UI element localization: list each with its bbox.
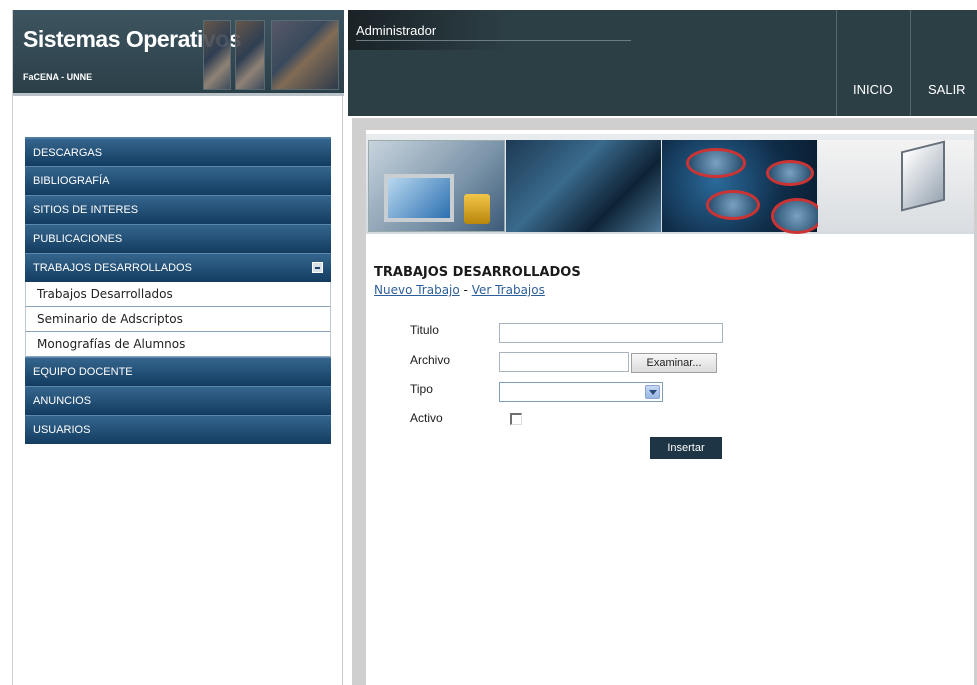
- archivo-label: Archivo: [410, 353, 451, 367]
- left-column: Sistemas Operativos FaCENA - UNNE DESCAR…: [12, 10, 344, 685]
- titulo-field[interactable]: [499, 323, 723, 343]
- network-icon: [771, 198, 823, 234]
- sidebar-item-bibliografia[interactable]: BIBLIOGRAFÍA: [25, 166, 331, 195]
- sidebar-item-publicaciones[interactable]: PUBLICACIONES: [25, 224, 331, 253]
- link-separator: -: [459, 283, 472, 297]
- inicio-link[interactable]: INICIO: [853, 82, 893, 97]
- sidebar-item-label: DESCARGAS: [33, 147, 103, 159]
- site-subtitle: FaCENA - UNNE: [23, 72, 93, 82]
- page: Sistemas Operativos FaCENA - UNNE DESCAR…: [0, 0, 977, 685]
- logo-image-1: [203, 20, 231, 90]
- tipo-select[interactable]: [499, 382, 663, 402]
- sidebar-item-descargas[interactable]: DESCARGAS: [25, 137, 331, 166]
- logo-image-2: [235, 20, 265, 90]
- logo-image-3: [271, 20, 339, 90]
- sidebar-item-sitios-de-interes[interactable]: SITIOS DE INTERES: [25, 195, 331, 224]
- sidebar-item-label: BIBLIOGRAFÍA: [33, 175, 110, 187]
- content-panel: TRABAJOS DESARROLLADOS Nuevo Trabajo - V…: [366, 130, 974, 685]
- sidebar-item-label: USUARIOS: [33, 424, 91, 436]
- sidebar-item-label: TRABAJOS DESARROLLADOS: [33, 262, 192, 274]
- divider: [910, 10, 911, 116]
- banner-panel-tech: [506, 140, 661, 232]
- site-logo[interactable]: Sistemas Operativos FaCENA - UNNE: [13, 10, 344, 96]
- banner-panel-people: [666, 140, 826, 234]
- activo-checkbox[interactable]: [510, 413, 522, 425]
- sidebar-subitem-seminario-de-adscriptos[interactable]: Seminario de Adscriptos: [25, 307, 331, 332]
- network-icon: [766, 160, 814, 186]
- top-header: Administrador INICIO SALIR: [348, 10, 977, 116]
- sidebar-item-trabajos-desarrollados[interactable]: TRABAJOS DESARROLLADOS: [25, 253, 331, 282]
- breadcrumb: Nuevo Trabajo - Ver Trabajos: [374, 283, 545, 297]
- sidebar-item-anuncios[interactable]: ANUNCIOS: [25, 386, 331, 415]
- collapse-icon[interactable]: [312, 262, 323, 273]
- sidebar-item-equipo-docente[interactable]: EQUIPO DOCENTE: [25, 357, 331, 386]
- archivo-field[interactable]: [499, 352, 629, 372]
- network-icon: [706, 190, 760, 220]
- page-title: TRABAJOS DESARROLLADOS: [374, 265, 581, 280]
- nuevo-trabajo-link[interactable]: Nuevo Trabajo: [374, 283, 460, 297]
- divider: [836, 10, 837, 116]
- sidebar-subitem-trabajos-desarrollados[interactable]: Trabajos Desarrollados: [25, 282, 331, 307]
- sidebar-subitem-monografias-de-alumnos[interactable]: Monografías de Alumnos: [25, 332, 331, 357]
- browse-button[interactable]: Examinar...: [631, 353, 717, 373]
- ver-trabajos-link[interactable]: Ver Trabajos: [472, 283, 545, 297]
- sidebar-item-label: EQUIPO DOCENTE: [33, 366, 133, 378]
- salir-link[interactable]: SALIR: [928, 82, 966, 97]
- titulo-label: Titulo: [410, 323, 439, 337]
- insertar-button[interactable]: Insertar: [650, 437, 722, 459]
- tipo-label: Tipo: [410, 382, 433, 396]
- user-label: Administrador: [356, 23, 437, 38]
- sidebar-item-label: SITIOS DE INTERES: [33, 204, 139, 216]
- sidebar-item-label: ANUNCIOS: [33, 395, 92, 407]
- lock-icon: [464, 194, 490, 224]
- divider: [356, 40, 631, 41]
- banner-image: [366, 134, 974, 234]
- chevron-down-icon[interactable]: [645, 385, 660, 399]
- activo-label: Activo: [410, 411, 443, 425]
- sidebar-item-usuarios[interactable]: USUARIOS: [25, 415, 331, 444]
- banner-panel-desktop: [818, 140, 974, 232]
- sidebar-nav: DESCARGAS BIBLIOGRAFÍA SITIOS DE INTERES…: [25, 137, 331, 444]
- monitor-icon: [384, 174, 454, 222]
- desktop-icon: [901, 140, 945, 212]
- main-content: TRABAJOS DESARROLLADOS Nuevo Trabajo - V…: [352, 118, 977, 685]
- network-icon: [686, 148, 746, 178]
- sidebar-item-label: PUBLICACIONES: [33, 233, 123, 245]
